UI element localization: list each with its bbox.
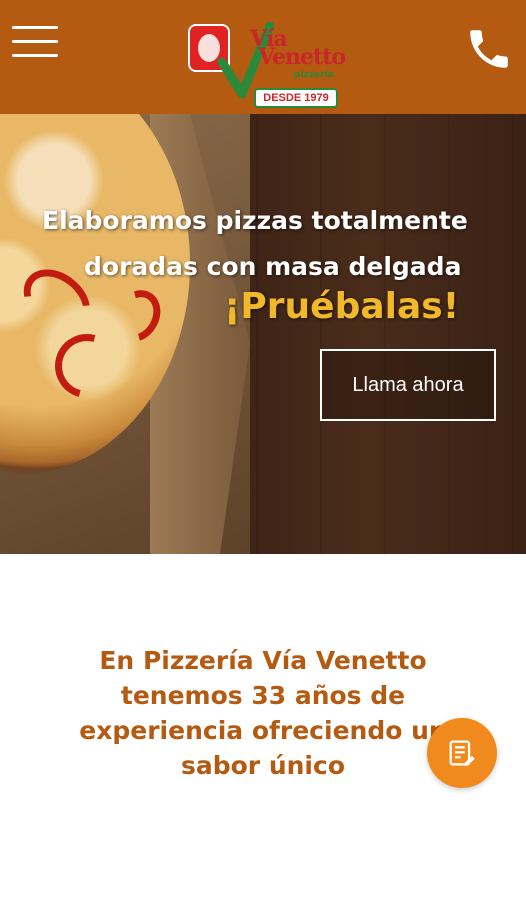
- about-line: En Pizzería Vía Venetto: [99, 646, 427, 675]
- phone-glyph: [470, 30, 508, 68]
- menu-list-fab[interactable]: [427, 718, 497, 788]
- hero-headline-line2: doradas con masa delgada: [84, 252, 462, 281]
- hamburger-menu-icon[interactable]: [12, 24, 60, 60]
- about-text: En Pizzería Vía Venetto tenemos 33 años …: [40, 643, 486, 783]
- hero-highlight: ¡Pruébalas!: [224, 286, 460, 327]
- call-now-button[interactable]: Llama ahora: [320, 349, 496, 421]
- header-bar: Vía Venetto pizzería DESDE 1979: [0, 0, 526, 114]
- about-line: experiencia ofreciendo un: [79, 716, 447, 745]
- menu-list-icon: [449, 740, 475, 766]
- brand-logo[interactable]: Vía Venetto pizzería DESDE 1979: [184, 12, 346, 112]
- about-line: tenemos 33 años de: [120, 681, 406, 710]
- phone-icon[interactable]: [464, 24, 514, 74]
- logo-text-venetto: Venetto: [258, 44, 346, 70]
- about-line: sabor único: [180, 751, 345, 780]
- hero-headline-line1: Elaboramos pizzas totalmente: [42, 206, 468, 235]
- hero-banner: Elaboramos pizzas totalmente doradas con…: [0, 114, 526, 554]
- page: Vía Venetto pizzería DESDE 1979 Elaboram…: [0, 0, 526, 900]
- logo-since-badge: DESDE 1979: [254, 88, 338, 108]
- logo-subtitle: pizzería: [294, 70, 334, 80]
